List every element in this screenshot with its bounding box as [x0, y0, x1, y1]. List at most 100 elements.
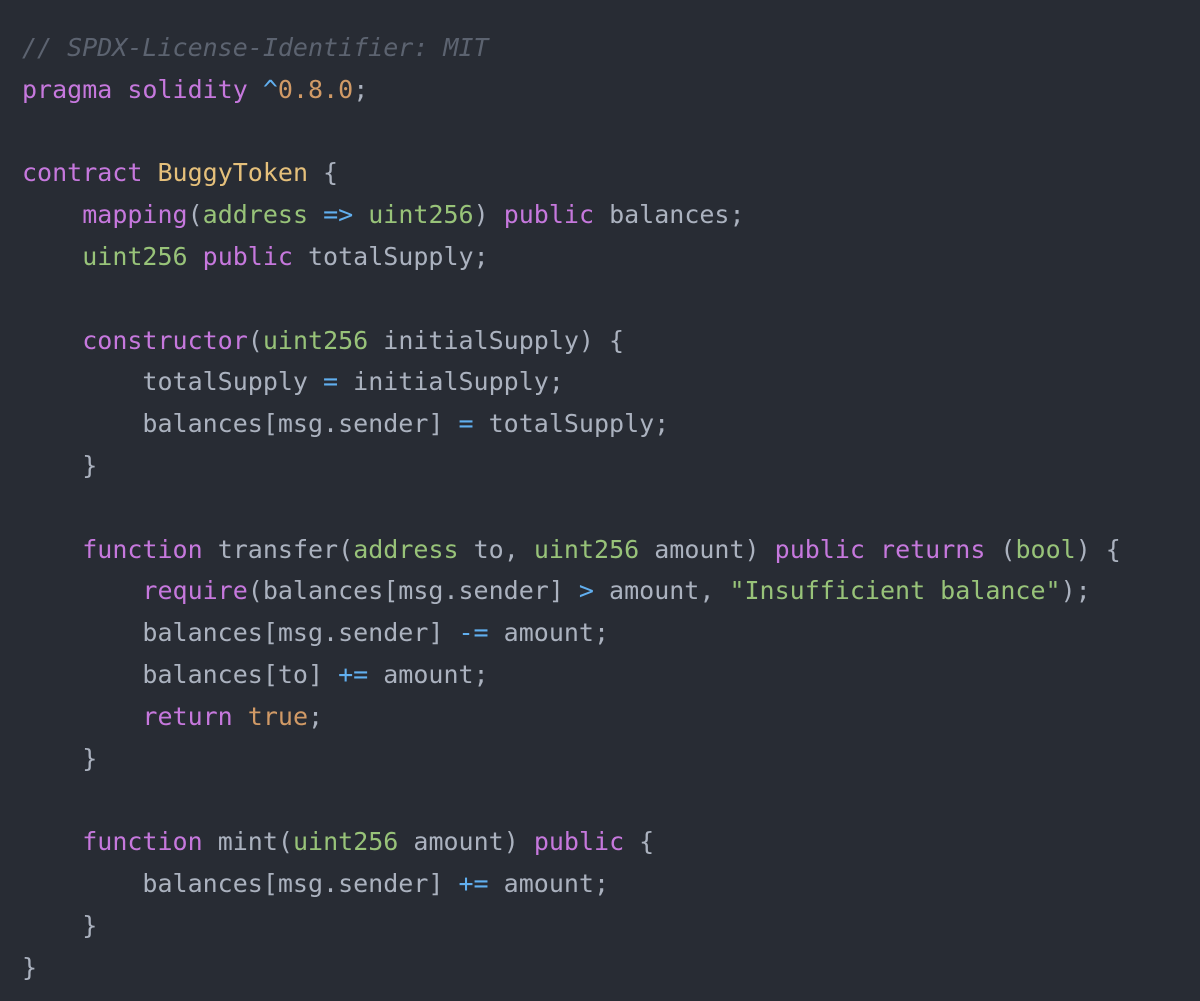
code-token-keyword: public [202, 241, 293, 271]
code-token-plain: ) { [1075, 534, 1121, 564]
code-line: function mint(uint256 amount) public { [22, 821, 1200, 863]
code-token-plain: ); [1060, 576, 1091, 606]
code-token-keyword: function [82, 534, 203, 564]
code-token-plain: ; [308, 701, 324, 731]
code-token-keyword: pragma [22, 74, 113, 104]
code-line: uint256 public totalSupply; [22, 236, 1200, 278]
code-token-plain: amount; [488, 868, 610, 898]
code-token-plain: { [308, 158, 339, 188]
code-token-comment: // SPDX-License-Identifier: MIT [22, 33, 489, 62]
code-token-class: BuggyToken [157, 158, 308, 188]
code-line: return true; [22, 696, 1200, 738]
code-line: contract BuggyToken { [22, 152, 1200, 194]
code-token-plain: amount) [398, 827, 534, 857]
code-token-keyword: contract [22, 158, 143, 188]
code-token-type: bool [1015, 534, 1076, 564]
code-token-number: 0.8.0 [277, 74, 354, 104]
code-token-operator: = [323, 367, 339, 397]
code-line: pragma solidity ^0.8.0; [22, 69, 1200, 111]
code-token-plain: balances[msg.sender] [22, 618, 459, 648]
code-token-plain: initialSupply; [338, 367, 564, 397]
code-line: mapping(address => uint256) public balan… [22, 194, 1200, 236]
code-token-plain: to, [458, 534, 534, 564]
code-token-operator: += [338, 659, 369, 689]
code-line: } [22, 947, 1200, 989]
code-token-operator: ^ [262, 74, 278, 104]
code-token-plain: amount) [639, 534, 775, 564]
code-token-plain: balances[to] [22, 659, 339, 689]
code-token-plain: } [22, 743, 98, 773]
code-line: } [22, 738, 1200, 780]
code-token-plain: { [624, 827, 655, 857]
code-line: balances[msg.sender] -= amount; [22, 612, 1200, 654]
code-token-type: address [202, 200, 308, 230]
code-token-plain: ; [353, 74, 369, 104]
code-token-plain: initialSupply) { [368, 325, 625, 355]
code-token-bool: true [247, 701, 309, 731]
code-token-plain: balances[msg.sender] [22, 868, 459, 898]
code-line: balances[to] += amount; [22, 654, 1200, 696]
code-line: function transfer(address to, uint256 am… [22, 529, 1200, 571]
code-token-plain: ( [277, 827, 293, 857]
code-token-plain: amount; [368, 659, 489, 689]
code-token-plain: } [22, 952, 38, 982]
code-token-plain: ( [247, 325, 263, 355]
code-token-operator: > [578, 576, 594, 606]
code-line: require(balances[msg.sender] > amount, "… [22, 570, 1200, 612]
code-token-type: uint256 [82, 241, 188, 271]
code-line: // SPDX-License-Identifier: MIT [22, 27, 1200, 69]
code-token-keyword: public [533, 827, 625, 857]
code-token-plain: balances; [594, 200, 745, 230]
code-line: totalSupply = initialSupply; [22, 361, 1200, 403]
code-token-type: uint256 [292, 827, 399, 857]
code-line: balances[msg.sender] += amount; [22, 863, 1200, 905]
code-token-type: uint256 [533, 534, 640, 564]
code-token-keyword: require [142, 576, 248, 606]
code-token-plain: (balances[msg.sender] [247, 576, 579, 606]
code-token-function: transfer [217, 534, 339, 564]
code-token-plain: amount, [593, 576, 730, 606]
code-token-plain: ) [473, 200, 504, 230]
code-token-string: "Insufficient balance" [729, 576, 1061, 606]
code-token-keyword: return [142, 701, 233, 731]
code-token-keyword: public [774, 534, 865, 564]
code-token-plain: ( [338, 534, 354, 564]
code-lines: // SPDX-License-Identifier: MIT pragma so… [22, 27, 1200, 988]
code-token-operator: => [323, 200, 354, 230]
code-token-operator: = [458, 409, 474, 439]
code-token-plain: totalSupply; [473, 409, 670, 439]
code-token-type: uint256 [368, 200, 474, 230]
code-view: // SPDX-License-Identifier: MIT pragma so… [0, 0, 1200, 1001]
code-token-plain: ( [187, 200, 203, 230]
code-line: } [22, 905, 1200, 947]
code-line: constructor(uint256 initialSupply) { [22, 320, 1200, 362]
code-token-plain: } [22, 450, 98, 480]
code-line: balances[msg.sender] = totalSupply; [22, 403, 1200, 445]
code-token-keyword: constructor [82, 325, 248, 355]
code-token-keyword: solidity [127, 74, 248, 104]
code-token-type: uint256 [262, 325, 369, 355]
code-token-keyword: public [503, 200, 595, 230]
code-token-operator: += [458, 868, 489, 898]
code-token-plain: totalSupply [22, 367, 324, 397]
code-token-plain: ( [985, 534, 1016, 564]
